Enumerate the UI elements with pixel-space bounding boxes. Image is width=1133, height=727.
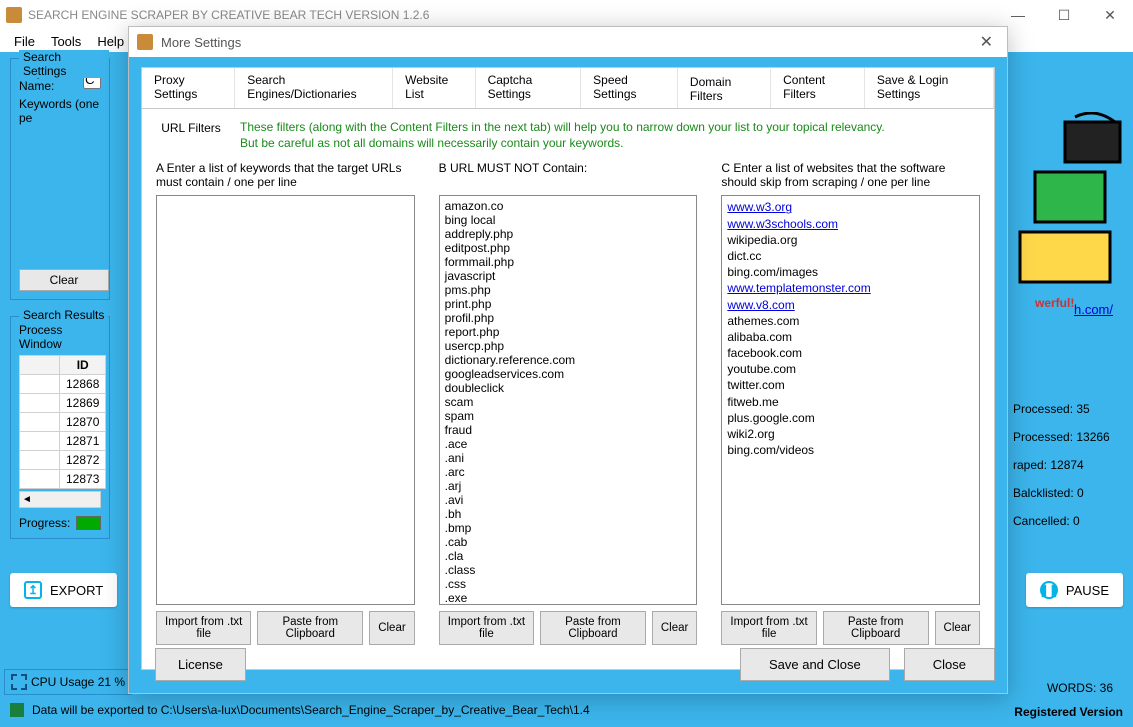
col-b-clear-button[interactable]: Clear [652, 611, 697, 645]
keywords-label: Keywords (one pe [19, 97, 101, 125]
cpu-usage: CPU Usage 21 % [4, 669, 132, 695]
dialog-close-icon[interactable]: ✕ [974, 32, 999, 52]
url-filters-label: URL Filters [156, 119, 226, 135]
svg-text:werful!: werful! [1034, 296, 1074, 310]
horizontal-scrollbar[interactable]: ◄ [19, 491, 101, 508]
export-icon: ↥ [24, 581, 42, 599]
table-row: 12869 [20, 394, 106, 413]
stat-cancelled: Cancelled: 0 [1013, 514, 1133, 528]
table-row: 12868 [20, 375, 106, 394]
col-a-textarea[interactable] [156, 195, 415, 605]
tab-proxy[interactable]: Proxy Settings [142, 68, 235, 108]
license-button[interactable]: License [155, 648, 246, 681]
close-button-modal[interactable]: Close [904, 648, 995, 681]
more-settings-dialog: More Settings ✕ Proxy Settings Search En… [128, 26, 1008, 694]
dialog-title: More Settings [161, 35, 241, 50]
col-id: ID [60, 356, 106, 375]
tab-speed[interactable]: Speed Settings [581, 68, 678, 108]
cpu-icon [11, 674, 27, 690]
col-a-import-button[interactable]: Import from .txt file [156, 611, 251, 645]
settings-tabbar: Proxy Settings Search Engines/Dictionari… [141, 67, 995, 108]
tab-save-login[interactable]: Save & Login Settings [865, 68, 994, 108]
col-b-import-button[interactable]: Import from .txt file [439, 611, 534, 645]
col-a-paste-button[interactable]: Paste from Clipboard [257, 611, 363, 645]
tab-captcha[interactable]: Captcha Settings [476, 68, 582, 108]
dialog-icon [137, 34, 153, 50]
excel-icon [10, 703, 24, 717]
tab-content-filters[interactable]: Content Filters [771, 68, 865, 108]
col-c-listbox[interactable]: www.w3.orgwww.w3schools.comwikipedia.org… [721, 195, 980, 605]
help-line-2: But be careful as not all domains will n… [240, 135, 885, 151]
col-c-clear-button[interactable]: Clear [935, 611, 980, 645]
col-b-textarea[interactable] [439, 195, 698, 605]
col-c-header: C Enter a list of websites that the soft… [721, 161, 980, 191]
col-b-header: B URL MUST NOT Contain: [439, 161, 698, 191]
search-results-legend: Search Results [19, 308, 108, 322]
col-c-import-button[interactable]: Import from .txt file [721, 611, 816, 645]
col-a-clear-button[interactable]: Clear [369, 611, 414, 645]
table-row: 12872 [20, 451, 106, 470]
tab-engines[interactable]: Search Engines/Dictionaries [235, 68, 393, 108]
table-row: 12873 [20, 470, 106, 489]
hero-art: werful! [1015, 112, 1125, 312]
stat-processed-1: Processed: 35 [1013, 402, 1133, 416]
progress-label: Progress: [19, 516, 70, 530]
tab-domain-filters[interactable]: Domain Filters [678, 68, 771, 108]
app-icon [6, 7, 22, 23]
save-and-close-button[interactable]: Save and Close [740, 648, 890, 681]
stat-scraped: raped: 12874 [1013, 458, 1133, 472]
help-line-1: These filters (along with the Content Fi… [240, 119, 885, 135]
registered-version: Registered Version [1014, 705, 1123, 719]
col-b-paste-button[interactable]: Paste from Clipboard [540, 611, 646, 645]
progress-bar [76, 516, 101, 530]
menu-help[interactable]: Help [97, 34, 124, 49]
export-button[interactable]: ↥ EXPORT [10, 573, 117, 607]
process-window-label: Process Window [19, 323, 101, 351]
close-button[interactable]: ✕ [1087, 0, 1133, 30]
pause-icon: ❚❚ [1040, 581, 1058, 599]
window-title: SEARCH ENGINE SCRAPER BY CREATIVE BEAR T… [28, 8, 429, 22]
table-row: 12870 [20, 413, 106, 432]
total-words: WORDS: 36 [1047, 681, 1113, 695]
clear-settings-button[interactable]: Clear [19, 269, 109, 291]
menu-file[interactable]: File [14, 34, 35, 49]
tab-website-list[interactable]: Website List [393, 68, 475, 108]
stat-processed-2: Processed: 13266 [1013, 430, 1133, 444]
results-table[interactable]: ID 12868 12869 12870 12871 12872 12873 [19, 355, 106, 489]
col-c-paste-button[interactable]: Paste from Clipboard [823, 611, 929, 645]
stat-blacklisted: Balcklisted: 0 [1013, 486, 1133, 500]
pause-button[interactable]: ❚❚ PAUSE [1026, 573, 1123, 607]
search-settings-legend: Search Settings [19, 50, 109, 78]
export-path: Data will be exported to C:\Users\a-lux\… [32, 703, 590, 717]
table-row: 12871 [20, 432, 106, 451]
menu-tools[interactable]: Tools [51, 34, 81, 49]
maximize-button[interactable]: ☐ [1041, 0, 1087, 30]
col-a-header: A Enter a list of keywords that the targ… [156, 161, 415, 191]
top-link[interactable]: h.com/ [1074, 302, 1113, 317]
